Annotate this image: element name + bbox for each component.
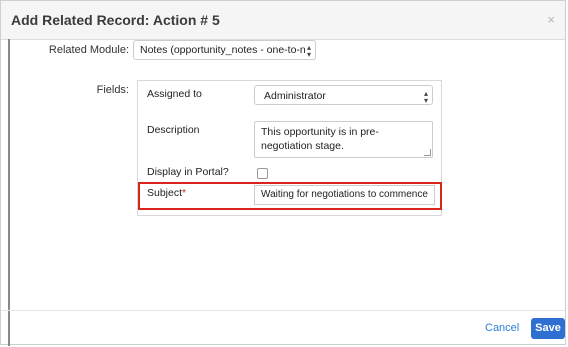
select-chevron-icon: ▴ ▾ [306,43,311,59]
subject-label-text: Subject [147,187,183,199]
save-button[interactable]: Save [531,318,565,339]
select-chevron-icon: ▴ ▾ [423,89,428,105]
subject-input[interactable]: Waiting for negotiations to commence [254,185,435,205]
cancel-button[interactable]: Cancel [485,322,519,334]
footer-divider [1,310,565,311]
description-value: This opportunity is in pre-negotiation s… [261,126,379,152]
description-label: Description [147,124,200,136]
left-divider [8,39,10,346]
fields-label: Fields: [96,84,129,96]
assigned-to-label: Assigned to [147,88,202,100]
close-icon[interactable]: × [547,12,555,27]
related-module-select[interactable]: Notes (opportunity_notes - one-to-n ▴ ▾ [133,40,316,60]
subject-label: Subject* [147,187,186,199]
assigned-to-value: Administrator [264,90,326,102]
display-in-portal-checkbox[interactable] [257,168,268,179]
subject-value: Waiting for negotiations to commence [261,189,428,200]
display-in-portal-label: Display in Portal? [147,166,229,178]
modal-header: Add Related Record: Action # 5 × [1,1,565,40]
related-module-label: Related Module: [48,44,129,56]
description-textarea[interactable]: This opportunity is in pre-negotiation s… [254,121,433,158]
required-marker: * [182,187,187,199]
related-module-value: Notes (opportunity_notes - one-to-n [140,44,306,56]
resize-grip-icon[interactable] [424,149,431,156]
add-related-record-modal: Add Related Record: Action # 5 × Related… [0,0,566,346]
assigned-to-select[interactable]: Administrator ▴ ▾ [254,85,433,105]
modal-title: Add Related Record: Action # 5 [11,12,220,28]
